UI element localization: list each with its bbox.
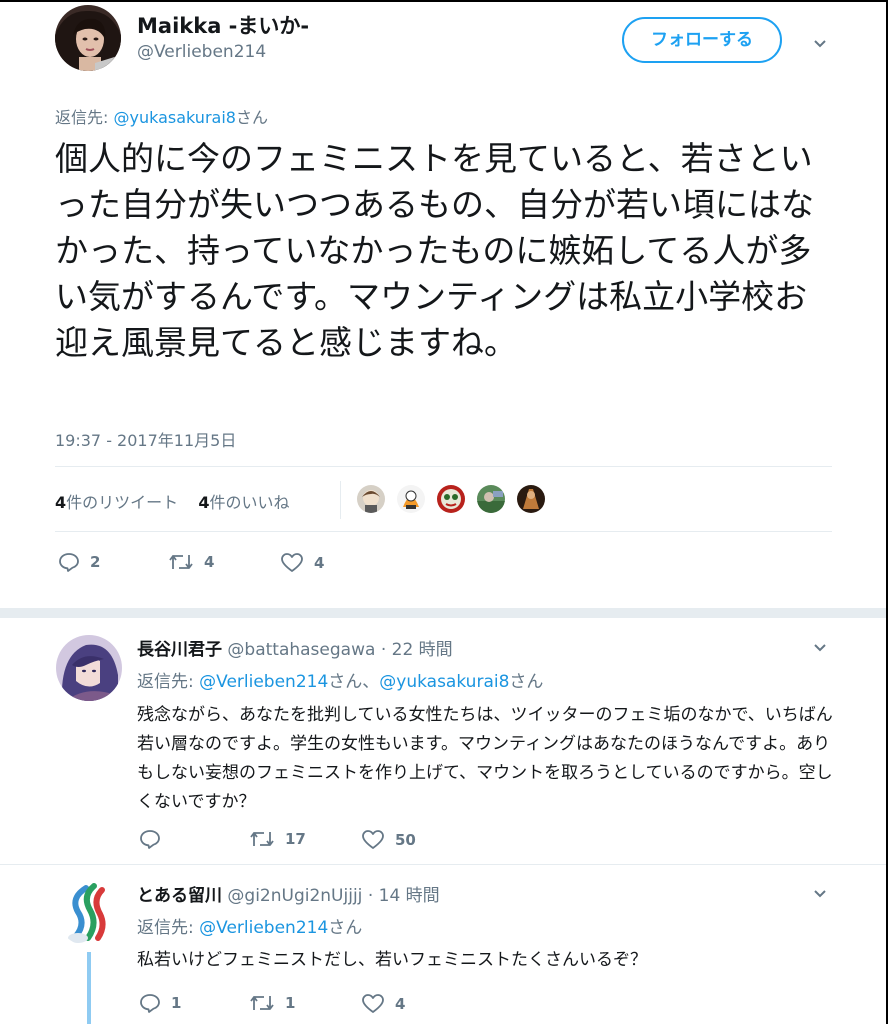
reply-icon <box>140 994 160 1013</box>
author-name[interactable]: Maikka -まいか- <box>137 10 309 40</box>
section-divider <box>0 608 886 618</box>
retweet-count: 4 <box>55 493 67 512</box>
retweet-icon <box>169 555 193 569</box>
reply-actions: 1 1 4 <box>139 993 539 1017</box>
retweet-button[interactable]: 1 <box>249 993 295 1013</box>
reply-mention[interactable]: @yukasakurai8 <box>113 108 235 127</box>
reply-icon <box>140 830 160 849</box>
heart-icon <box>281 553 303 572</box>
follow-button[interactable]: フォローする <box>622 17 782 63</box>
chevron-down-icon[interactable] <box>813 640 827 659</box>
retweet-icon <box>250 996 274 1010</box>
avatar[interactable] <box>475 483 507 515</box>
reply-suffix: さん <box>509 672 544 692</box>
reply-button[interactable]: 2 <box>58 552 100 572</box>
heart-icon <box>362 830 384 849</box>
avatar[interactable] <box>355 483 387 515</box>
liker-avatars <box>355 482 555 516</box>
reply-button[interactable] <box>139 829 171 849</box>
reply-icon <box>59 553 79 572</box>
reply-time[interactable]: 22 時間 <box>392 640 453 660</box>
divider <box>55 466 832 467</box>
separator: · <box>367 886 374 906</box>
retweet-count: 17 <box>285 830 306 848</box>
heart-icon <box>362 994 384 1013</box>
tweet-text: 個人的に今のフェミニストを見ていると、若さといった自分が失いつつあるもの、自分が… <box>55 139 814 362</box>
like-button[interactable]: 4 <box>361 993 405 1014</box>
reply-suffix: さん <box>328 918 363 938</box>
reply-context: 返信先: @Verlieben214さん <box>137 913 362 938</box>
avatar[interactable] <box>515 483 547 515</box>
reply-author-name[interactable]: とある留川 <box>137 886 222 906</box>
retweet-button[interactable]: 4 <box>168 552 214 572</box>
like-stat[interactable]: 4件のいいね <box>198 493 289 512</box>
reply-mention[interactable]: @yukasakurai8 <box>379 672 509 692</box>
thread-line <box>87 952 91 1024</box>
reply-time[interactable]: 14 時間 <box>379 886 440 906</box>
avatar[interactable] <box>56 635 122 701</box>
like-count: 4 <box>395 994 406 1013</box>
tweet-timestamp[interactable]: 19:37 - 2017年11月5日 <box>55 427 236 451</box>
avatar[interactable] <box>435 483 467 515</box>
stats-separator <box>340 481 341 519</box>
like-button[interactable]: 50 <box>361 829 416 850</box>
reply-author-name[interactable]: 長谷川君子 <box>137 640 222 660</box>
retweet-icon <box>250 832 274 846</box>
reply-text: 私若いけどフェミニストだし、若いフェミニストたくさんいるぞ？ <box>137 950 647 970</box>
reply-author-handle[interactable]: @battahasegawa <box>227 640 375 660</box>
reply-mention[interactable]: @Verlieben214 <box>199 918 328 938</box>
reply-count: 2 <box>90 553 101 571</box>
chevron-down-icon[interactable] <box>813 36 827 55</box>
like-count: 4 <box>198 493 210 512</box>
reply-suffix: さん <box>235 108 268 127</box>
reply-header: 長谷川君子 @battahasegawa · 22 時間 <box>137 635 453 660</box>
separator: · <box>380 640 387 660</box>
retweet-count: 1 <box>285 994 296 1012</box>
avatar[interactable] <box>395 483 427 515</box>
reply-context: 返信先: @yukasakurai8さん <box>55 104 268 128</box>
reply-button[interactable]: 1 <box>139 993 181 1013</box>
retweet-stat[interactable]: 4件のリツイート <box>55 493 178 512</box>
avatar[interactable] <box>56 880 122 946</box>
reply-mention[interactable]: @Verlieben214 <box>199 672 328 692</box>
reply-actions: 17 50 <box>139 829 539 853</box>
like-count: 50 <box>395 830 416 849</box>
reply-prefix: 返信先: <box>55 108 114 127</box>
divider <box>55 531 832 532</box>
divider <box>0 864 886 865</box>
reply-header: とある留川 @gi2nUgi2nUjjjj · 14 時間 <box>137 881 440 906</box>
reply-count: 1 <box>171 994 182 1012</box>
reply-prefix: 返信先: <box>137 672 200 692</box>
reply-text: 残念ながら、あなたを批判している女性たちは、ツイッターのフェミ垢のなかで、いちば… <box>137 705 833 812</box>
like-stat-label: 件のいいね <box>209 493 290 512</box>
retweet-count: 4 <box>204 553 215 571</box>
tweet-stats: 4件のリツイート 4件のいいね <box>55 489 290 513</box>
reply-mid: さん、 <box>328 672 380 692</box>
author-handle[interactable]: @Verlieben214 <box>137 42 266 62</box>
chevron-down-icon[interactable] <box>813 886 827 905</box>
retweet-button[interactable]: 17 <box>249 829 306 849</box>
tweet-actions: 2 4 4 <box>58 552 458 576</box>
reply-context: 返信先: @Verlieben214さん、@yukasakurai8さん <box>137 667 543 692</box>
reply-prefix: 返信先: <box>137 918 200 938</box>
window-frame-top <box>0 0 888 2</box>
avatar[interactable] <box>55 5 121 71</box>
like-button[interactable]: 4 <box>280 552 324 573</box>
retweet-stat-label: 件のリツイート <box>66 493 179 512</box>
like-count: 4 <box>314 553 325 572</box>
reply-author-handle[interactable]: @gi2nUgi2nUjjjj <box>227 886 362 906</box>
